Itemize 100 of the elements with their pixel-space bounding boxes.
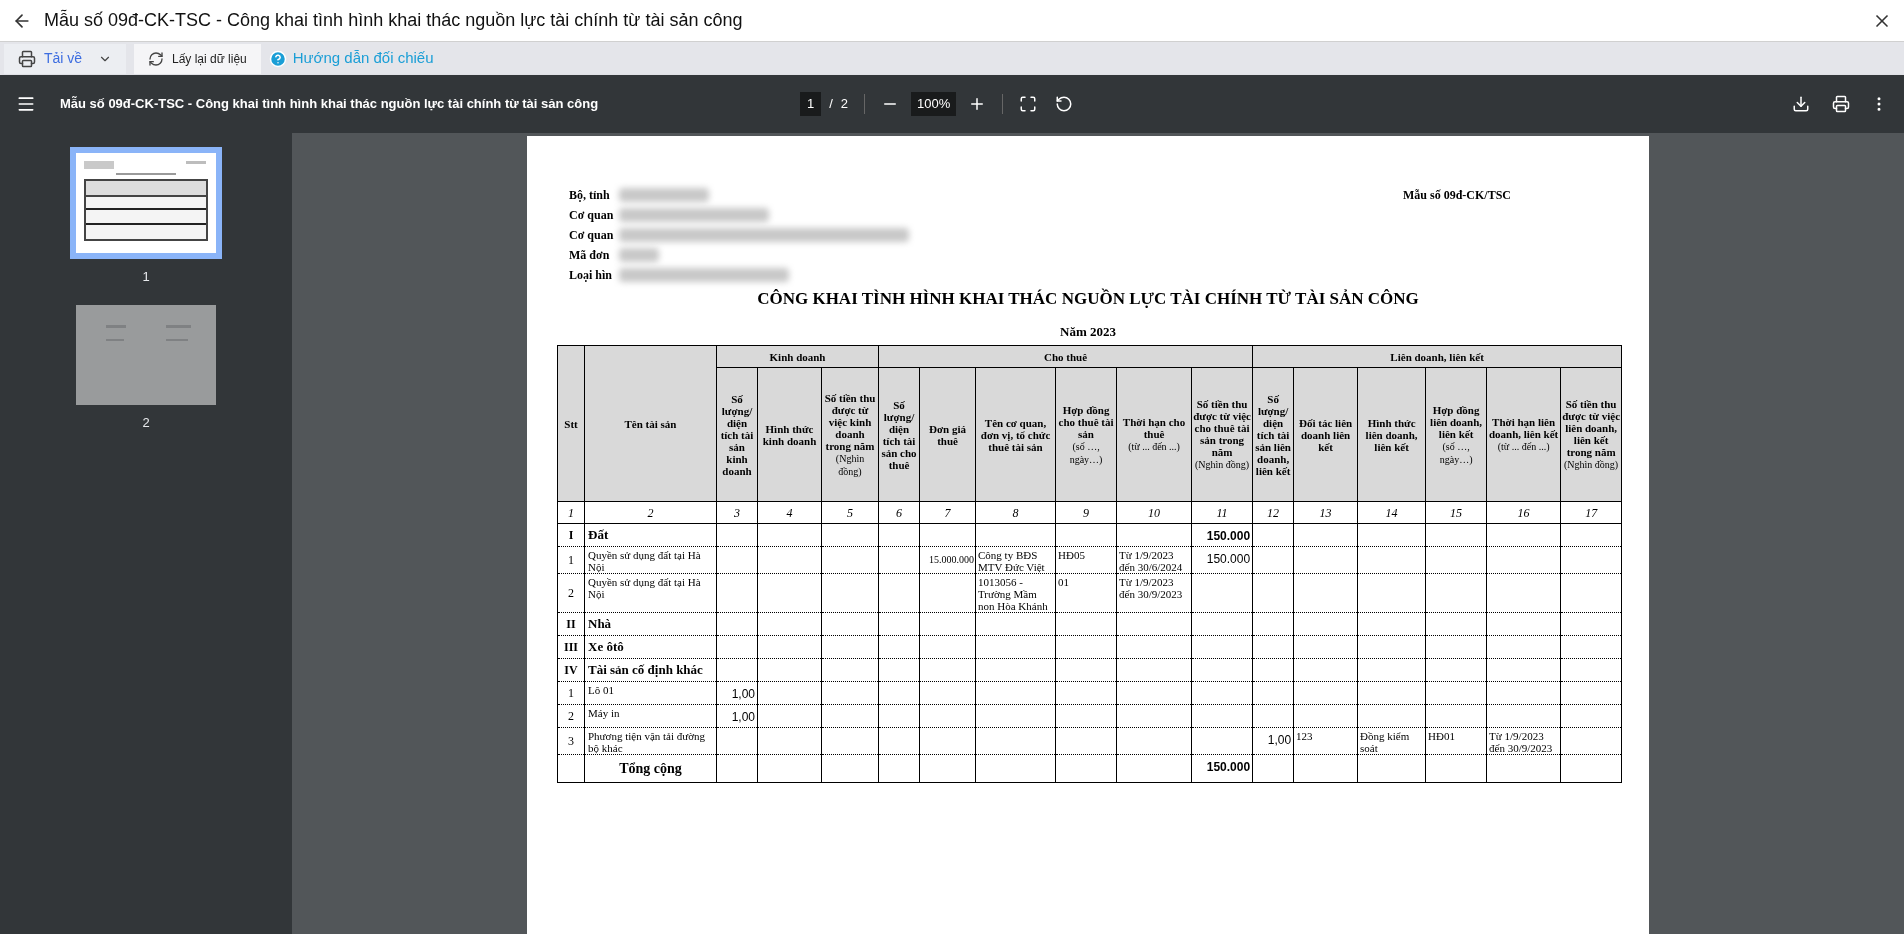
page-input[interactable]: 1: [800, 92, 822, 116]
column-number: 12: [1252, 501, 1294, 524]
table-cell: Từ 1/9/2023 đến 30/6/2024: [1116, 546, 1192, 574]
column-header: Tên tài sản: [584, 345, 717, 502]
column-header: Số tiền thu được từ việc liên doanh, liên kết trong năm (Nghìn đồng): [1560, 367, 1622, 502]
column-number: 16: [1486, 501, 1561, 524]
header-label: Loại hìn: [569, 267, 614, 284]
header-label: Bộ, tỉnh: [569, 187, 611, 204]
column-number: 4: [757, 501, 822, 524]
column-header: Tên cơ quan, đơn vị, tổ chức thuê tài sản: [975, 367, 1056, 502]
column-header: Hình thức kinh doanh: [757, 367, 822, 502]
column-header: Số lượng/ diện tích tài sản kinh doanh: [716, 367, 758, 502]
column-number: 6: [878, 501, 920, 524]
table-cell: Từ 1/9/2023 đến 30/9/2023: [1116, 573, 1192, 613]
row-number: I: [557, 523, 585, 547]
column-header: Hợp đồng liên doanh, liên kết (số …, ngày…): [1425, 367, 1487, 502]
table-cell: 1,00: [716, 704, 758, 728]
asset-name: Phương tiện vận tải đường bộ khác: [584, 727, 717, 755]
table-cell: Từ 1/9/2023 đến 30/9/2023: [1486, 727, 1561, 755]
table-cell: 150.000: [1191, 754, 1253, 783]
table-cell: 123: [1293, 727, 1358, 755]
column-number: 14: [1357, 501, 1426, 524]
page-count: 2: [840, 95, 849, 114]
window-title: Mẫu số 09đ-CK-TSC - Công khai tình hình khai thác nguồn lực tài chính từ tài sản công: [44, 8, 744, 32]
table-cell: 1,00: [716, 681, 758, 705]
column-header: Đơn giá thuê: [919, 367, 976, 502]
zoom-field[interactable]: 100%: [911, 92, 957, 116]
download-button[interactable]: Tải về: [4, 43, 126, 74]
column-number: 11: [1191, 501, 1253, 524]
table-cell: HĐ01: [1425, 727, 1487, 755]
header-label: Mã đơn: [569, 247, 611, 264]
table-cell: HĐ05: [1055, 546, 1117, 574]
column-header: Stt: [557, 345, 585, 502]
table-cell: 150.000: [1191, 546, 1253, 574]
column-header: Số lượng/ diện tích tài sản cho thuê: [878, 367, 920, 502]
column-header: Đối tác liên doanh liên kết: [1293, 367, 1358, 502]
column-number: 3: [716, 501, 758, 524]
table-cell: 1,00: [1252, 727, 1294, 755]
help-icon[interactable]: [268, 49, 287, 68]
section-title: Tài sản cố định khác: [584, 658, 717, 682]
page-separator: /: [829, 95, 833, 114]
asset-name: Lô 01: [584, 681, 717, 705]
row-number: II: [557, 612, 585, 636]
row-number: 1: [557, 681, 585, 705]
header-label: Cơ quan: [569, 227, 615, 244]
asset-name: Máy in: [584, 704, 717, 728]
table-cell: Công ty BĐS MTV Đức Việt: [975, 546, 1056, 574]
column-header: Thời hạn liên doanh, liên kết (từ ... đến ...): [1486, 367, 1561, 502]
column-number: 5: [821, 501, 879, 524]
column-group-header: Liên doanh, liên kết: [1252, 345, 1622, 368]
fit-page-icon[interactable]: [1019, 95, 1038, 113]
section-title: Đất: [584, 523, 717, 547]
table-cell: Đồng kiểm soát: [1357, 727, 1426, 755]
page-number: 1: [142, 268, 150, 286]
rotate-icon[interactable]: [1055, 95, 1074, 113]
column-header: Số tiền thu được từ việc cho thuê tài sản trong năm (Nghìn đồng): [1191, 367, 1253, 502]
section-title: Nhà: [584, 612, 717, 636]
column-header: Số lượng/ diện tích tài sản liên doanh, liên kết: [1252, 367, 1294, 502]
column-number: 7: [919, 501, 976, 524]
document-title: Mẫu số 09đ-CK-TSC - Công khai tình hình khai thác nguồn lực tài chính từ tài sản công: [60, 95, 600, 114]
column-group-header: Cho thuê: [878, 345, 1253, 368]
column-number: 8: [975, 501, 1056, 524]
total-label: Tổng cộng: [584, 754, 717, 783]
column-number: 15: [1425, 501, 1487, 524]
printer-icon: [18, 49, 36, 68]
column-header: Thời hạn cho thuê (từ ... đến ...): [1116, 367, 1192, 502]
report-title: CÔNG KHAI TÌNH HÌNH KHAI THÁC NGUỒN LỰC TÀI CHÍNH TỪ TÀI SẢN CÔNG: [757, 287, 1419, 310]
download-icon[interactable]: [1792, 95, 1810, 113]
column-group-header: Kinh doanh: [716, 345, 879, 368]
row-number: IV: [557, 658, 585, 682]
table-cell: 15.000.000: [919, 546, 976, 574]
column-number: 17: [1560, 501, 1622, 524]
table-cell: 150.000: [1191, 523, 1253, 547]
page-number: 2: [142, 413, 150, 432]
refresh-icon: [148, 50, 164, 67]
print-icon[interactable]: [1832, 95, 1850, 113]
column-number: 2: [584, 501, 717, 524]
row-number: 3: [557, 727, 585, 755]
row-number: 2: [557, 704, 585, 728]
column-number: 9: [1055, 501, 1117, 524]
section-title: Xe ôtô: [584, 635, 717, 659]
column-number: 13: [1293, 501, 1358, 524]
table-cell: 01: [1055, 573, 1117, 613]
reload-button[interactable]: Lấy lại dữ liệu: [134, 43, 261, 74]
report-year: Năm 2023: [1060, 322, 1116, 341]
asset-name: Quyền sử dụng đất tại Hà Nội: [584, 573, 717, 613]
menu-icon[interactable]: [16, 94, 36, 114]
asset-name: Quyền sử dụng đất tại Hà Nội: [584, 546, 717, 574]
column-number: 10: [1116, 501, 1192, 524]
redacted-text: [619, 248, 659, 262]
column-number: 1: [557, 501, 585, 524]
header-label: Cơ quan: [569, 207, 615, 224]
page-thumbnail[interactable]: [70, 147, 222, 259]
column-header: Hình thức liên doanh, liên kết: [1357, 367, 1426, 502]
row-number: 1: [557, 546, 585, 574]
row-number: III: [557, 635, 585, 659]
column-header: Hợp đồng cho thuê tài sản (số …, ngày…): [1055, 367, 1117, 502]
table-cell: 1013056 - Trường Mầm non Hòa Khánh: [975, 573, 1056, 613]
row-number: 2: [557, 573, 585, 613]
column-header: Số tiền thu được từ việc kinh doanh trong năm (Nghìn đồng): [821, 367, 879, 502]
